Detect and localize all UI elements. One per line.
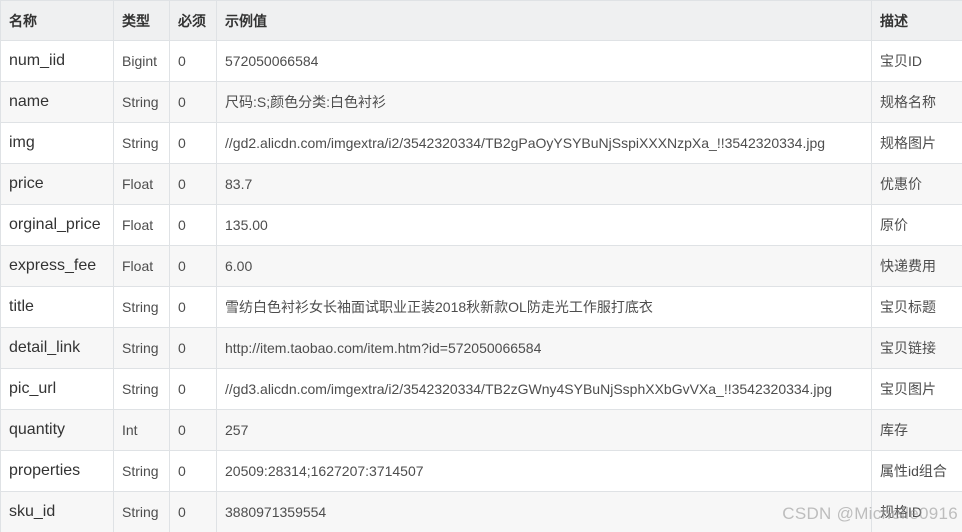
field-description-cell: 规格名称: [871, 81, 962, 123]
field-required-cell: 0: [169, 368, 217, 410]
page: 名称 类型 必须 示例值 描述 num_iid Bigint 0 5720500665…: [0, 0, 962, 532]
field-example-cell: //gd2.alicdn.com/imgextra/i2/3542320334/…: [216, 122, 872, 164]
header-description: 描述: [871, 0, 962, 41]
field-example-cell: 257: [216, 409, 872, 451]
field-example-cell: 3880971359554: [216, 491, 872, 532]
api-fields-table: 名称 类型 必须 示例值 描述 num_iid Bigint 0 5720500665…: [0, 0, 962, 532]
table-row: express_fee Float 0 6.00 快递费用: [0, 245, 962, 287]
field-description-cell: 快递费用: [871, 245, 962, 287]
field-type-cell: Float: [113, 245, 170, 287]
field-example-cell: 尺码:S;颜色分类:白色衬衫: [216, 81, 872, 123]
field-required-cell: 0: [169, 409, 217, 451]
field-type-cell: Int: [113, 409, 170, 451]
field-example-cell: 572050066584: [216, 40, 872, 82]
table-row: title String 0 雪纺白色衬衫女长袖面试职业正装2018秋新款OL防走光工…: [0, 286, 962, 328]
table-row: name String 0 尺码:S;颜色分类:白色衬衫 规格名称: [0, 81, 962, 123]
table-body: num_iid Bigint 0 572050066584 宝贝ID name String…: [0, 40, 962, 532]
field-required-cell: 0: [169, 245, 217, 287]
table-row: orginal_price Float 0 135.00 原价: [0, 204, 962, 246]
field-required-cell: 0: [169, 40, 217, 82]
table-row: pic_url String 0//gd3.alicdn.com/imgextra/…: [0, 368, 962, 410]
field-required-cell: 0: [169, 204, 217, 246]
field-type-cell: String: [113, 491, 170, 532]
field-name-cell: orginal_price: [0, 204, 114, 246]
field-name-cell: price: [0, 163, 114, 205]
field-example-cell: 83.7: [216, 163, 872, 205]
field-type-cell: String: [113, 286, 170, 328]
field-description-cell: 规格ID: [871, 491, 962, 532]
field-description-cell: 原价: [871, 204, 962, 246]
table-row: num_iid Bigint 0 572050066584 宝贝ID: [0, 40, 962, 82]
field-example-cell: 雪纺白色衬衫女长袖面试职业正装2018秋新款OL防走光工作服打底衣: [216, 286, 872, 328]
field-description-cell: 库存: [871, 409, 962, 451]
header-example: 示例值: [216, 0, 872, 41]
header-type: 类型: [113, 0, 170, 41]
field-name-cell: name: [0, 81, 114, 123]
field-required-cell: 0: [169, 81, 217, 123]
field-name-cell: title: [0, 286, 114, 328]
field-example-cell: 6.00: [216, 245, 872, 287]
header-required: 必须: [169, 0, 217, 41]
field-name-cell: pic_url: [0, 368, 114, 410]
field-type-cell: String: [113, 368, 170, 410]
field-required-cell: 0: [169, 491, 217, 532]
table-row: sku_id String 0 3880971359554 规格ID: [0, 491, 962, 532]
table-header-row: 名称 类型 必须 示例值 描述: [0, 0, 962, 41]
table-row: img String 0//gd2.alicdn.com/imgextra/i2/3…: [0, 122, 962, 164]
field-example-cell: http://item.taobao.com/item.htm?id=57205…: [216, 327, 872, 369]
field-type-cell: Bigint: [113, 40, 170, 82]
table-row: properties String 0 20509:28314;1627207:371…: [0, 450, 962, 492]
field-name-cell: num_iid: [0, 40, 114, 82]
table-row: detail_link String 0 http://item.taobao.com…: [0, 327, 962, 369]
field-example-cell: //gd3.alicdn.com/imgextra/i2/3542320334/…: [216, 368, 872, 410]
field-description-cell: 优惠价: [871, 163, 962, 205]
field-required-cell: 0: [169, 450, 217, 492]
field-description-cell: 规格图片: [871, 122, 962, 164]
field-description-cell: 宝贝标题: [871, 286, 962, 328]
field-type-cell: String: [113, 450, 170, 492]
field-required-cell: 0: [169, 163, 217, 205]
table-row: quantity Int 0 257 库存: [0, 409, 962, 451]
field-name-cell: detail_link: [0, 327, 114, 369]
table-row: price Float 0 83.7 优惠价: [0, 163, 962, 205]
field-description-cell: 宝贝链接: [871, 327, 962, 369]
field-name-cell: img: [0, 122, 114, 164]
field-description-cell: 属性id组合: [871, 450, 962, 492]
field-name-cell: quantity: [0, 409, 114, 451]
field-type-cell: Float: [113, 204, 170, 246]
field-type-cell: Float: [113, 163, 170, 205]
field-required-cell: 0: [169, 286, 217, 328]
field-name-cell: properties: [0, 450, 114, 492]
header-name: 名称: [0, 0, 114, 41]
field-name-cell: sku_id: [0, 491, 114, 532]
field-required-cell: 0: [169, 327, 217, 369]
field-example-cell: 20509:28314;1627207:3714507: [216, 450, 872, 492]
field-type-cell: String: [113, 81, 170, 123]
field-description-cell: 宝贝图片: [871, 368, 962, 410]
field-type-cell: String: [113, 122, 170, 164]
field-type-cell: String: [113, 327, 170, 369]
field-description-cell: 宝贝ID: [871, 40, 962, 82]
field-example-cell: 135.00: [216, 204, 872, 246]
field-name-cell: express_fee: [0, 245, 114, 287]
field-required-cell: 0: [169, 122, 217, 164]
